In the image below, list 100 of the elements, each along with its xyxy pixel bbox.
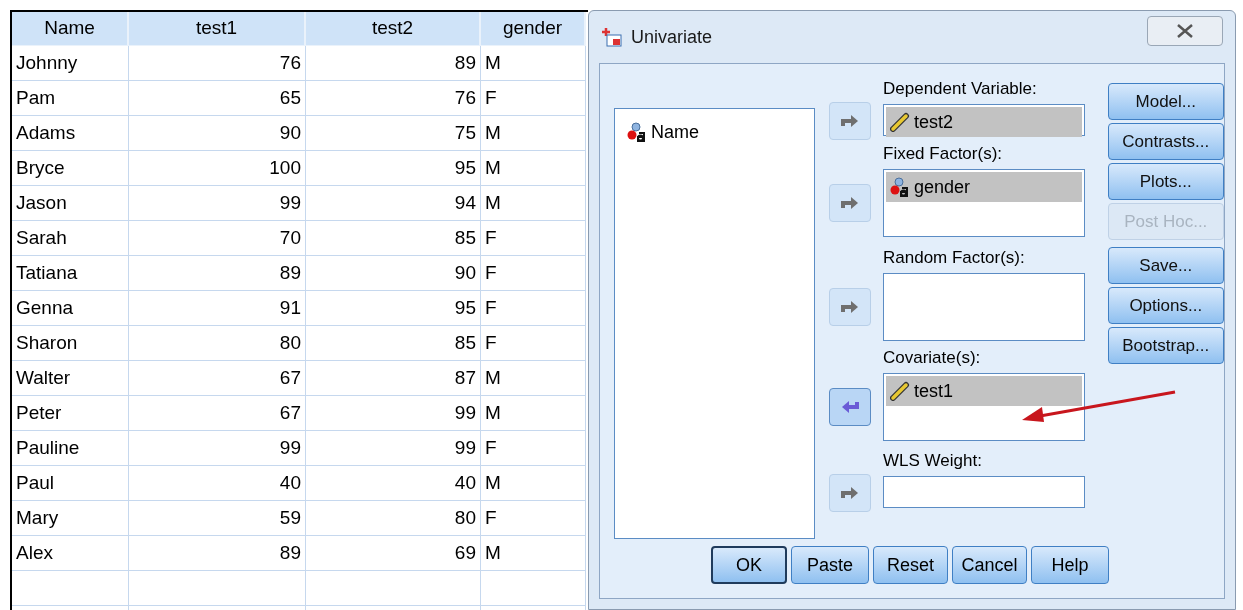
table-cell: F (481, 291, 586, 326)
arrow-button[interactable] (829, 288, 871, 326)
table-cell: Walter (12, 361, 129, 396)
nominal-variable-icon (890, 177, 910, 197)
table-cell: 85 (306, 326, 481, 361)
table-cell: F (481, 326, 586, 361)
table-cell: Mary (12, 501, 129, 536)
right-arrow-icon (841, 196, 859, 210)
dialog-button[interactable]: Reset (873, 546, 948, 584)
close-icon (1176, 23, 1194, 39)
table-cell: 94 (306, 186, 481, 221)
dialog-button[interactable]: Bootstrap... (1107, 327, 1224, 364)
table-cell: 95 (306, 151, 481, 186)
table-cell: M (481, 361, 586, 396)
table-cell: 76 (129, 46, 306, 81)
variable-item[interactable]: gender (886, 172, 1082, 202)
empty-cell[interactable] (481, 571, 586, 606)
empty-cell[interactable] (129, 571, 306, 606)
variable-field[interactable]: gender (883, 169, 1085, 237)
field-label: Random Factor(s): (883, 247, 1026, 269)
table-cell: 65 (129, 81, 306, 116)
window-title: Univariate (631, 25, 713, 49)
table-cell: M (481, 151, 586, 186)
arrow-button[interactable] (829, 388, 871, 426)
table-cell: 69 (306, 536, 481, 571)
table-cell: Bryce (12, 151, 129, 186)
column-header[interactable]: test1 (129, 12, 306, 46)
dialog-button[interactable]: Cancel (952, 546, 1027, 584)
table-cell: M (481, 396, 586, 431)
table-cell: 85 (306, 221, 481, 256)
variable-field[interactable] (883, 476, 1085, 508)
variable-item[interactable]: test1 (886, 376, 1082, 406)
empty-cell[interactable] (12, 571, 129, 606)
arrow-button[interactable] (829, 102, 871, 140)
table-cell: Alex (12, 536, 129, 571)
table-cell: 80 (306, 501, 481, 536)
field-label: WLS Weight: (883, 450, 983, 472)
table-cell: 90 (129, 116, 306, 151)
ruler-icon (890, 381, 910, 401)
table-cell: F (481, 81, 586, 116)
field-label: Dependent Variable: (883, 78, 1038, 100)
table-cell: 76 (306, 81, 481, 116)
dialog-button[interactable]: Save... (1107, 247, 1224, 284)
column-header[interactable]: test2 (306, 12, 481, 46)
table-cell: 67 (129, 396, 306, 431)
table-cell: Sharon (12, 326, 129, 361)
table-cell: 80 (129, 326, 306, 361)
table-cell: Pauline (12, 431, 129, 466)
table-cell: F (481, 221, 586, 256)
table-cell: M (481, 466, 586, 501)
table-cell: 99 (129, 431, 306, 466)
table-cell: M (481, 536, 586, 571)
table-cell: 75 (306, 116, 481, 151)
dialog-button[interactable]: Paste (791, 546, 869, 584)
field-label: Fixed Factor(s): (883, 143, 1004, 165)
dialog-app-icon (601, 27, 623, 47)
table-cell: 89 (129, 536, 306, 571)
table-cell: 40 (129, 466, 306, 501)
dialog-button[interactable]: Plots... (1107, 163, 1224, 200)
variable-field[interactable] (883, 273, 1085, 341)
dialog-button[interactable]: Contrasts... (1107, 123, 1224, 160)
table-cell: Pam (12, 81, 129, 116)
table-cell: M (481, 186, 586, 221)
dialog-button[interactable]: OK (711, 546, 787, 584)
variable-item[interactable]: Name (623, 117, 806, 147)
table-cell: F (481, 501, 586, 536)
table-cell: 67 (129, 361, 306, 396)
right-arrow-icon (841, 486, 859, 500)
table-cell: 91 (129, 291, 306, 326)
dialog-button[interactable]: Help (1031, 546, 1109, 584)
right-arrow-icon (841, 300, 859, 314)
arrow-button[interactable] (829, 184, 871, 222)
table-cell: 70 (129, 221, 306, 256)
table-cell: 40 (306, 466, 481, 501)
table-cell: Jason (12, 186, 129, 221)
column-header[interactable]: gender (481, 12, 586, 46)
table-cell: Adams (12, 116, 129, 151)
column-header[interactable]: Name (12, 12, 129, 46)
arrow-button[interactable] (829, 474, 871, 512)
nominal-variable-icon (627, 122, 647, 142)
dialog-button[interactable]: Model... (1107, 83, 1224, 120)
table-cell: 89 (306, 46, 481, 81)
left-arrow-icon (841, 400, 859, 414)
table-cell: 90 (306, 256, 481, 291)
table-cell: 99 (306, 431, 481, 466)
right-arrow-icon (841, 114, 859, 128)
table-cell: 95 (306, 291, 481, 326)
table-cell: 99 (129, 186, 306, 221)
close-button[interactable] (1147, 16, 1223, 46)
table-cell: 59 (129, 501, 306, 536)
table-cell: 99 (306, 396, 481, 431)
table-cell: F (481, 431, 586, 466)
table-cell: Paul (12, 466, 129, 501)
table-cell: 89 (129, 256, 306, 291)
variable-field[interactable]: test1 (883, 373, 1085, 441)
table-cell: 100 (129, 151, 306, 186)
empty-cell[interactable] (306, 571, 481, 606)
dialog-button[interactable]: Options... (1107, 287, 1224, 324)
table-cell: Genna (12, 291, 129, 326)
table-cell: Johnny (12, 46, 129, 81)
